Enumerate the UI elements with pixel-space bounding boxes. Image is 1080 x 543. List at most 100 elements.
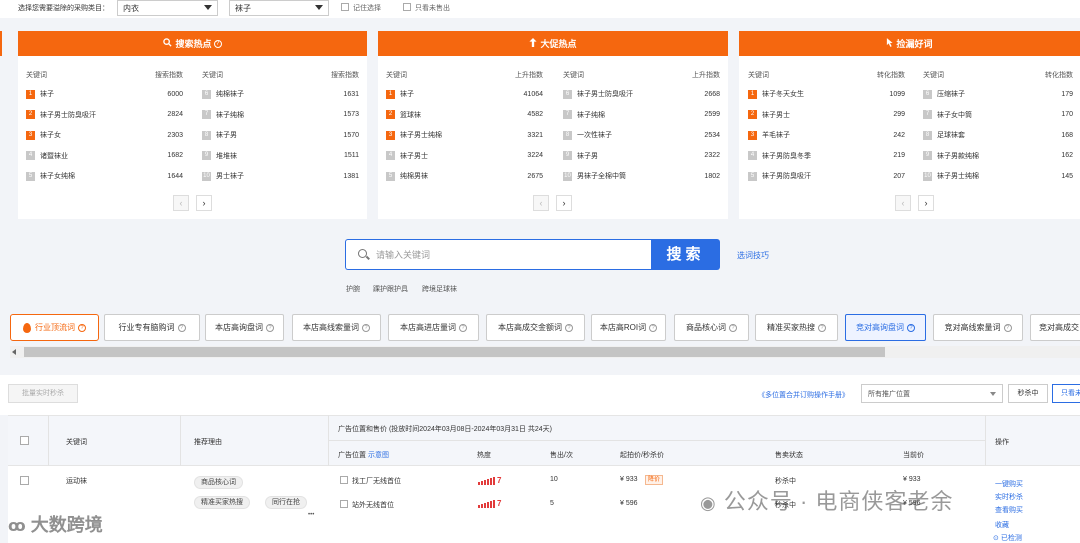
keyword-text[interactable]: 堆堆袜 [216,151,344,161]
help-icon[interactable]: ? [565,323,573,332]
keyword-row[interactable]: 3 袜子女 2303 [26,125,183,146]
keyword-text[interactable]: 袜子女纯棉 [40,171,167,181]
keyword-text[interactable]: 男袜子全棉中筒 [577,171,704,181]
tab-buyer-hot-search[interactable]: 精准买家热搜? [755,314,838,341]
category-select-primary[interactable]: 内衣 [117,0,218,16]
keyword-text[interactable]: 袜子男士防臭吸汗 [577,89,704,99]
keyword-text[interactable]: 袜子纯棉 [577,110,704,120]
help-icon[interactable]: ? [459,323,467,332]
scroll-left-icon[interactable] [12,349,16,355]
keyword-text[interactable]: 羊毛袜子 [762,130,893,140]
select-all-checkbox[interactable] [20,436,29,445]
keyword-text[interactable]: 袜子男防臭冬季 [762,151,893,161]
tab-shop-gmv-words[interactable]: 本店高成交金额词? [486,314,585,341]
unsold-filter-button[interactable]: 只看未 [1052,384,1080,403]
diagram-link[interactable]: 示意图 [368,452,389,459]
keyword-row[interactable]: 1 袜子 6000 [26,84,183,105]
category-select-secondary[interactable]: 袜子 [229,0,329,16]
keyword-text[interactable]: 男士袜子 [216,171,343,181]
search-suggestion[interactable]: 护腕 [346,284,360,294]
keyword-row[interactable]: 2 篮球袜 4582 [386,105,543,126]
batch-flash-sale-button[interactable]: 批量实时秒杀 [8,384,78,403]
tab-industry-top-words[interactable]: 行业顶流词? [10,314,99,341]
help-icon[interactable]: ? [213,39,222,48]
help-icon[interactable]: ? [78,323,86,332]
keyword-row[interactable]: 10 男袜子全棉中筒 1802 [563,166,720,187]
operation-guide-link[interactable]: 《多位置合并订购操作手册》 [758,390,849,400]
keyword-row[interactable]: 4 袜子男防臭冬季 219 [748,146,905,167]
keyword-row[interactable]: 6 纯棉袜子 1631 [202,84,359,105]
keyword-row[interactable]: 3 羊毛袜子 242 [748,125,905,146]
keyword-text[interactable]: 压缩袜子 [937,89,1061,99]
keyword-row[interactable]: 7 袜子纯棉 2599 [563,105,720,126]
flash-sale-link[interactable]: 实时秒杀 [995,492,1023,502]
checkbox-box[interactable] [403,3,411,11]
checkbox-box[interactable] [341,3,349,11]
keyword-text[interactable]: 袜子男士纯棉 [937,171,1061,181]
keyword-text[interactable]: 袜子男士防臭吸汗 [40,110,167,120]
keyword-text[interactable]: 袜子男款纯棉 [937,151,1061,161]
keyword-row[interactable]: 5 袜子女纯棉 1644 [26,166,183,187]
keyword-row[interactable]: 5 纯棉男袜 2675 [386,166,543,187]
next-page-button[interactable]: › [918,195,934,211]
tab-competitor-lead-words[interactable]: 竞对高线索量词? [933,314,1023,341]
status-filter-button[interactable]: 秒杀中 [1008,384,1048,403]
search-tips-link[interactable]: 选词技巧 [737,250,769,261]
help-icon[interactable]: ? [649,323,658,332]
keyword-row[interactable]: 6 袜子男士防臭吸汗 2668 [563,84,720,105]
help-icon[interactable]: ? [818,323,826,332]
keyword-row[interactable]: 9 袜子男款纯棉 162 [923,146,1073,167]
keyword-row[interactable]: 4 诸暨袜业 1682 [26,146,183,167]
search-button[interactable]: 搜索 [651,239,720,270]
keyword-row[interactable]: 9 堆堆袜 1511 [202,146,359,167]
next-page-button[interactable]: › [196,195,212,211]
keyword-row[interactable]: 2 袜子男士 299 [748,105,905,126]
help-icon[interactable]: ? [266,323,274,332]
tab-product-core-words[interactable]: 商品核心词? [674,314,749,341]
help-icon[interactable]: ? [1003,323,1012,332]
keyword-row[interactable]: 7 袜子纯棉 1573 [202,105,359,126]
keyword-text[interactable]: 诸暨袜业 [40,151,167,161]
scrollbar-thumb[interactable] [24,347,885,357]
keyword-text[interactable]: 袜子男 [216,130,343,140]
keyword-text[interactable]: 纯棉袜子 [216,89,343,99]
keyword-text[interactable]: 袜子冬天女生 [762,89,889,99]
keyword-row[interactable]: 1 袜子 41064 [386,84,543,105]
tab-competitor-gmv-words[interactable]: 竞对高成交 [1030,314,1080,341]
keyword-text[interactable]: 足球袜套 [937,130,1061,140]
buy-now-link[interactable]: 一键购买 [995,479,1023,489]
keyword-text[interactable]: 袜子男 [577,151,704,161]
tab-industry-exclusive-words[interactable]: 行业专有脑购词? [104,314,200,341]
position-select[interactable]: 所有推广位置 [861,384,1003,403]
keyword-text[interactable]: 袜子男士纯棉 [400,130,527,140]
keyword-text[interactable]: 袜子 [400,89,524,99]
next-page-button[interactable]: › [556,195,572,211]
help-icon[interactable]: ? [362,323,370,332]
keyword-text[interactable]: 袜子 [40,89,167,99]
keyword-row[interactable]: 6 压缩袜子 179 [923,84,1073,105]
help-icon[interactable]: ? [907,323,915,332]
remember-selection-checkbox[interactable]: 记住选择 [341,3,381,13]
keyword-row[interactable]: 3 袜子男士纯棉 3321 [386,125,543,146]
search-suggestion[interactable]: 踝护跟护具 [373,284,408,294]
prev-page-button[interactable]: ‹ [895,195,911,211]
keyword-text[interactable]: 袜子女 [40,130,167,140]
keyword-row[interactable]: 8 袜子男 1570 [202,125,359,146]
prev-page-button[interactable]: ‹ [533,195,549,211]
more-icon[interactable]: ••• [308,512,314,518]
search-suggestion[interactable]: 跨境足球袜 [422,284,457,294]
prev-page-button[interactable]: ‹ [173,195,189,211]
favorite-link[interactable]: 收藏 [995,520,1009,530]
keyword-row[interactable]: 8 足球袜套 168 [923,125,1073,146]
view-purchase-link[interactable]: 查看购买 [995,505,1023,515]
keyword-search-box[interactable] [345,239,651,270]
keyword-row[interactable]: 8 一次性袜子 2534 [563,125,720,146]
keyword-text[interactable]: 袜子纯棉 [216,110,343,120]
keyword-row[interactable]: 9 袜子男 2322 [563,146,720,167]
slot-checkbox[interactable] [340,500,348,508]
keyword-row[interactable]: 5 袜子男防臭吸汗 207 [748,166,905,187]
keyword-row[interactable]: 10 男士袜子 1381 [202,166,359,187]
unsold-only-checkbox[interactable]: 只看未售出 [403,3,450,13]
tab-shop-roi-words[interactable]: 本店高ROI词? [591,314,666,341]
slot-checkbox[interactable] [340,476,348,484]
